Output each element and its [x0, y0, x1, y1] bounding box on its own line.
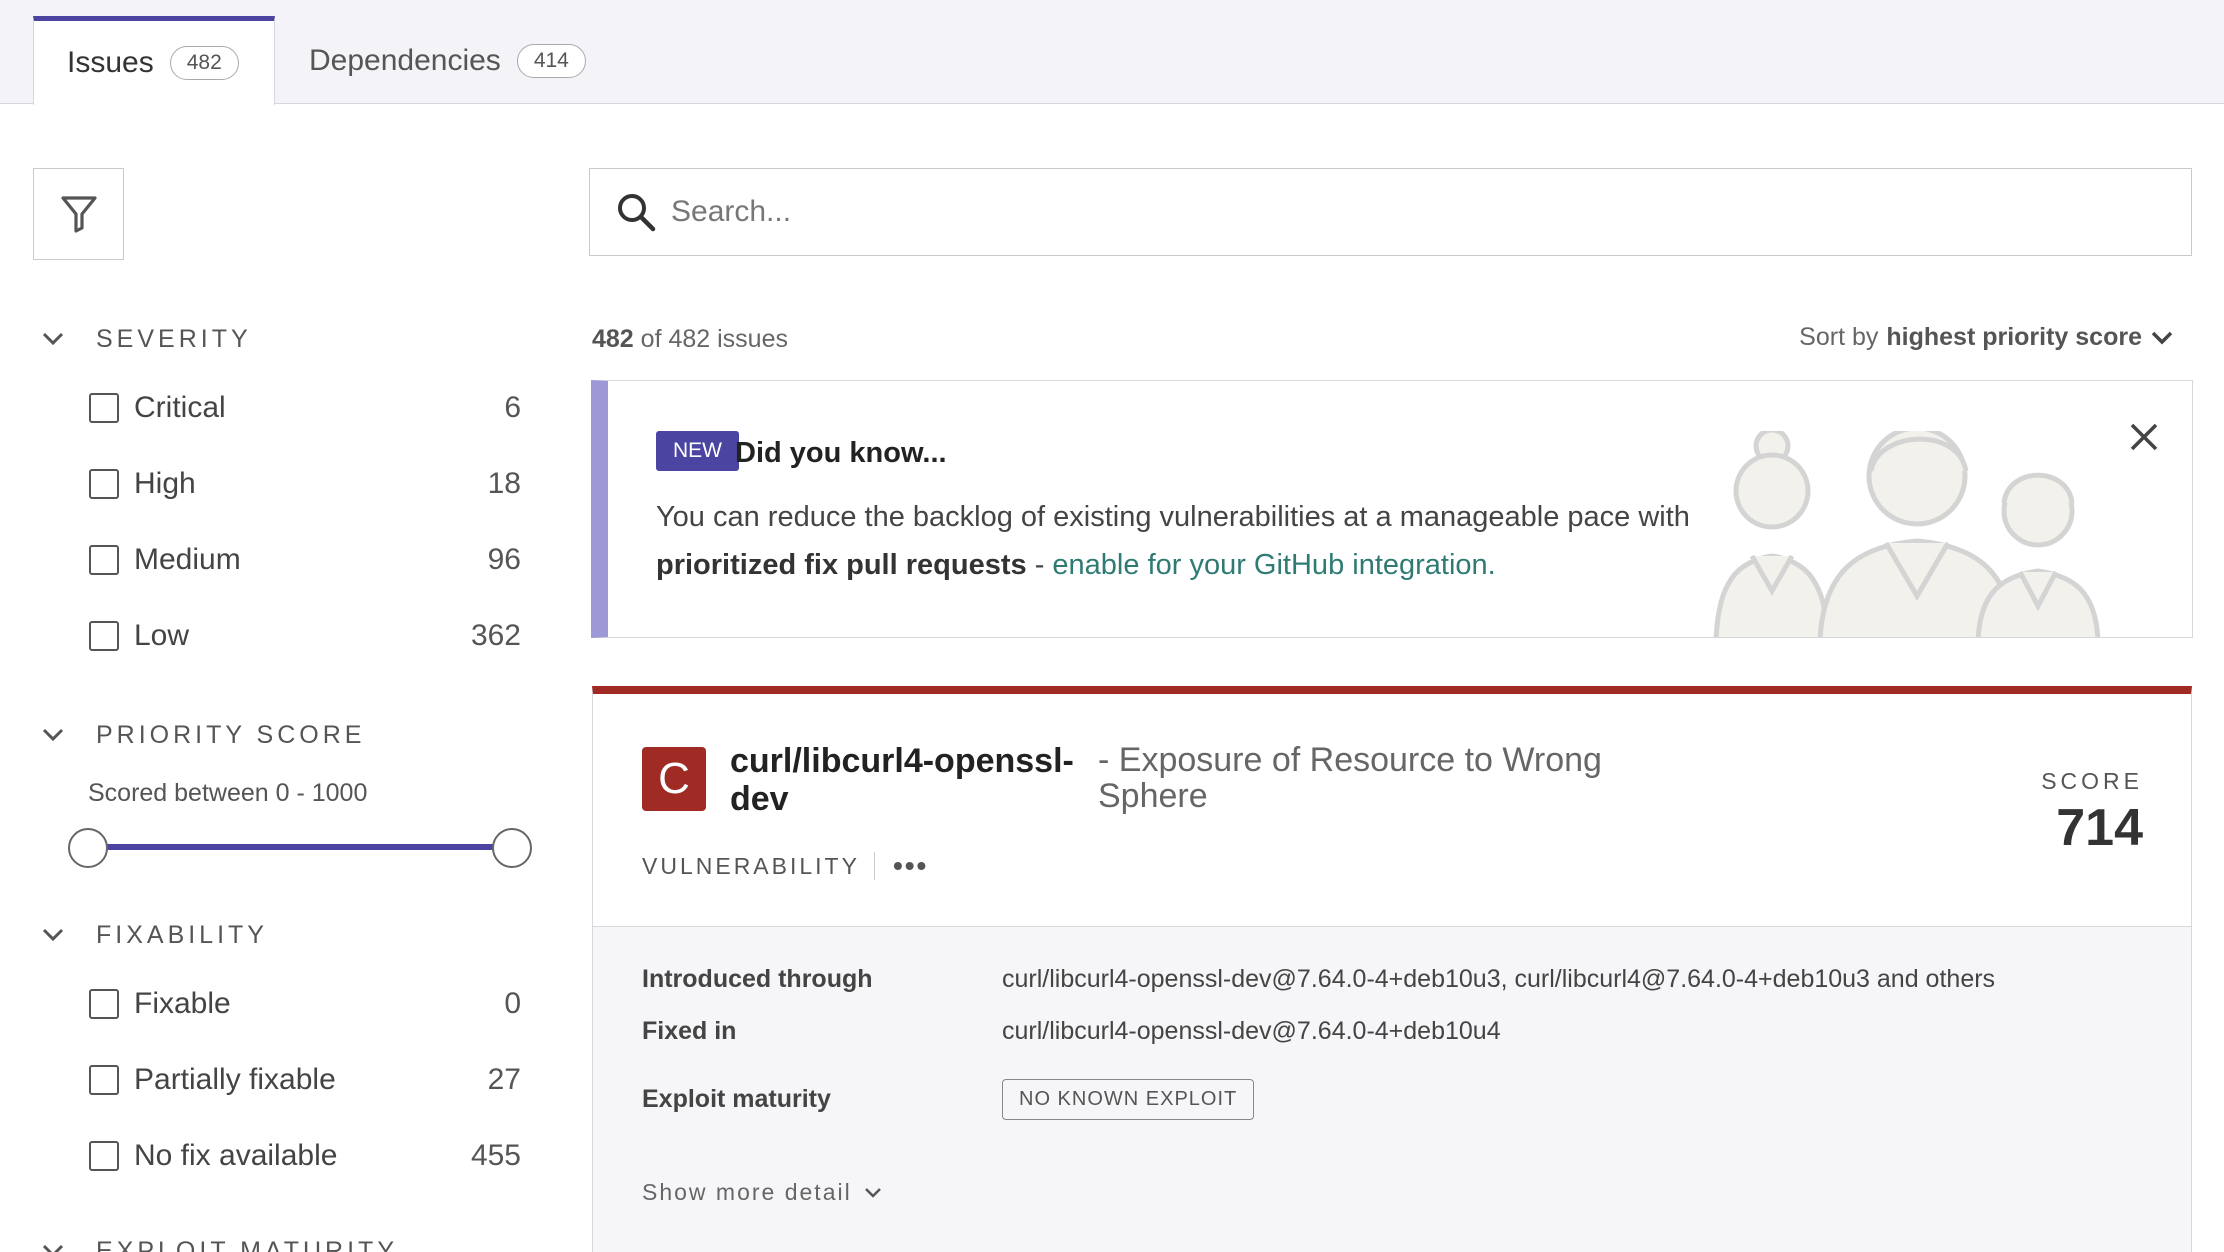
issue-details: Introduced through curl/libcurl4-openssl…	[593, 926, 2191, 1252]
severity-low-option[interactable]: Low 362	[89, 616, 521, 656]
priority-section-header[interactable]: PRIORITY SCORE	[40, 720, 365, 750]
option-count: 0	[504, 987, 521, 1020]
close-icon[interactable]	[2126, 419, 2162, 455]
introduced-value: curl/libcurl4-openssl-dev@7.64.0-4+deb10…	[1002, 965, 1996, 993]
chevron-down-icon	[40, 720, 66, 750]
banner-text-bold: prioritized fix pull requests	[656, 549, 1027, 581]
exploit-label: Exploit maturity	[642, 1085, 831, 1113]
option-label: Low	[134, 619, 190, 652]
show-more-detail-button[interactable]: Show more detail	[642, 1179, 882, 1206]
divider	[873, 852, 875, 880]
exploit-maturity-row: Exploit maturity NO KNOWN EXPLOIT	[642, 1079, 1255, 1120]
option-label: Fixable	[134, 987, 231, 1020]
tab-dependencies-count: 414	[516, 43, 586, 78]
issue-type: VULNERABILITY •••	[642, 850, 928, 882]
option-count: 455	[470, 1139, 521, 1172]
tab-issues[interactable]: Issues 482	[33, 16, 275, 105]
critical-severity-icon: C	[642, 747, 706, 811]
chevron-down-icon	[40, 324, 66, 354]
issue-card: C curl/libcurl4-openssl-dev - Exposure o…	[592, 686, 2192, 1252]
exploit-badge: NO KNOWN EXPLOIT	[1002, 1079, 1255, 1120]
score-value: 714	[2056, 799, 2143, 857]
results-count: 482 of 482 issues	[592, 325, 788, 354]
introduced-through-row: Introduced through curl/libcurl4-openssl…	[642, 965, 1995, 994]
priority-title: PRIORITY SCORE	[96, 720, 366, 749]
option-count: 6	[504, 391, 521, 424]
sort-prefix: Sort by	[1799, 323, 1879, 351]
issue-title[interactable]: - Exposure of Resource to Wrong Sphere	[1098, 742, 1688, 814]
introduced-label: Introduced through	[642, 965, 873, 993]
banner-text-part: You can reduce the backlog of existing v…	[656, 501, 1690, 533]
did-you-know-banner: NEW Did you know... You can reduce the b…	[591, 380, 2193, 638]
chevron-down-icon	[40, 1236, 66, 1252]
search-icon	[618, 194, 656, 232]
show-more-label: Show more detail	[642, 1179, 852, 1205]
banner-text: You can reduce the backlog of existing v…	[656, 493, 1706, 589]
tab-issues-count: 482	[169, 46, 239, 80]
option-label: Partially fixable	[134, 1063, 336, 1096]
option-label: Critical	[134, 391, 226, 424]
option-count: 362	[470, 619, 521, 652]
severity-critical-option[interactable]: Critical 6	[89, 388, 521, 428]
checkbox[interactable]	[89, 393, 119, 423]
checkbox[interactable]	[89, 621, 119, 651]
sort-dropdown[interactable]: Sort by highest priority score	[1799, 323, 2174, 352]
results-shown: 482	[592, 325, 634, 353]
severity-high-option[interactable]: High 18	[89, 464, 521, 504]
issue-type-label: VULNERABILITY	[642, 852, 860, 879]
fixability-nofix-option[interactable]: No fix available 455	[89, 1136, 521, 1176]
severity-title: SEVERITY	[96, 324, 252, 353]
search-input[interactable]	[671, 195, 2071, 229]
option-count: 96	[487, 543, 521, 576]
search-box[interactable]	[589, 168, 2192, 256]
option-label: Medium	[134, 543, 241, 576]
fixed-label: Fixed in	[642, 1017, 737, 1045]
fixability-title: FIXABILITY	[96, 920, 268, 949]
enable-github-link[interactable]: enable for your GitHub integration.	[1052, 549, 1495, 581]
fixed-in-row: Fixed in curl/libcurl4-openssl-dev@7.64.…	[642, 1017, 1501, 1046]
tab-bar: Issues 482 Dependencies 414	[0, 0, 2224, 105]
option-count: 27	[487, 1063, 521, 1096]
people-illustration-icon	[1713, 431, 2101, 637]
fixability-fixable-option[interactable]: Fixable 0	[89, 984, 521, 1024]
severity-medium-option[interactable]: Medium 96	[89, 540, 521, 580]
banner-text-sep: -	[1034, 549, 1045, 581]
tab-dependencies-label: Dependencies	[309, 43, 501, 77]
issue-package-name[interactable]: curl/libcurl4-openssl-dev	[730, 742, 1090, 818]
priority-slider-track[interactable]	[88, 844, 512, 850]
severity-section-header[interactable]: SEVERITY	[40, 324, 252, 354]
chevron-down-icon	[864, 1187, 881, 1198]
results-total: of 482 issues	[640, 325, 788, 353]
option-label: No fix available	[134, 1139, 338, 1172]
tab-dependencies[interactable]: Dependencies 414	[276, 16, 619, 105]
fixability-section-header[interactable]: FIXABILITY	[40, 920, 268, 950]
more-options-icon[interactable]: •••	[893, 850, 928, 882]
option-label: High	[134, 467, 196, 500]
exploit-section-header[interactable]: EXPLOIT MATURITY	[40, 1236, 398, 1252]
tab-issues-label: Issues	[67, 46, 154, 79]
checkbox[interactable]	[89, 1141, 119, 1171]
priority-slider-min-handle[interactable]	[68, 828, 108, 868]
checkbox[interactable]	[89, 545, 119, 575]
filter-icon	[60, 196, 97, 233]
sort-value: highest priority score	[1886, 323, 2142, 351]
banner-title: Did you know...	[735, 437, 947, 469]
checkbox[interactable]	[89, 469, 119, 499]
checkbox[interactable]	[89, 1065, 119, 1095]
chevron-down-icon	[2151, 331, 2173, 344]
checkbox[interactable]	[89, 989, 119, 1019]
fixed-value: curl/libcurl4-openssl-dev@7.64.0-4+deb10…	[1002, 1017, 1501, 1045]
chevron-down-icon	[40, 920, 66, 950]
option-count: 18	[487, 467, 521, 500]
filter-toggle-button[interactable]	[33, 168, 124, 260]
priority-slider-max-handle[interactable]	[492, 828, 532, 868]
priority-range-text: Scored between 0 - 1000	[88, 779, 368, 807]
fixability-partial-option[interactable]: Partially fixable 27	[89, 1060, 521, 1100]
exploit-title: EXPLOIT MATURITY	[96, 1236, 399, 1252]
score-label: SCORE	[2041, 768, 2143, 794]
new-badge: NEW	[656, 431, 739, 471]
